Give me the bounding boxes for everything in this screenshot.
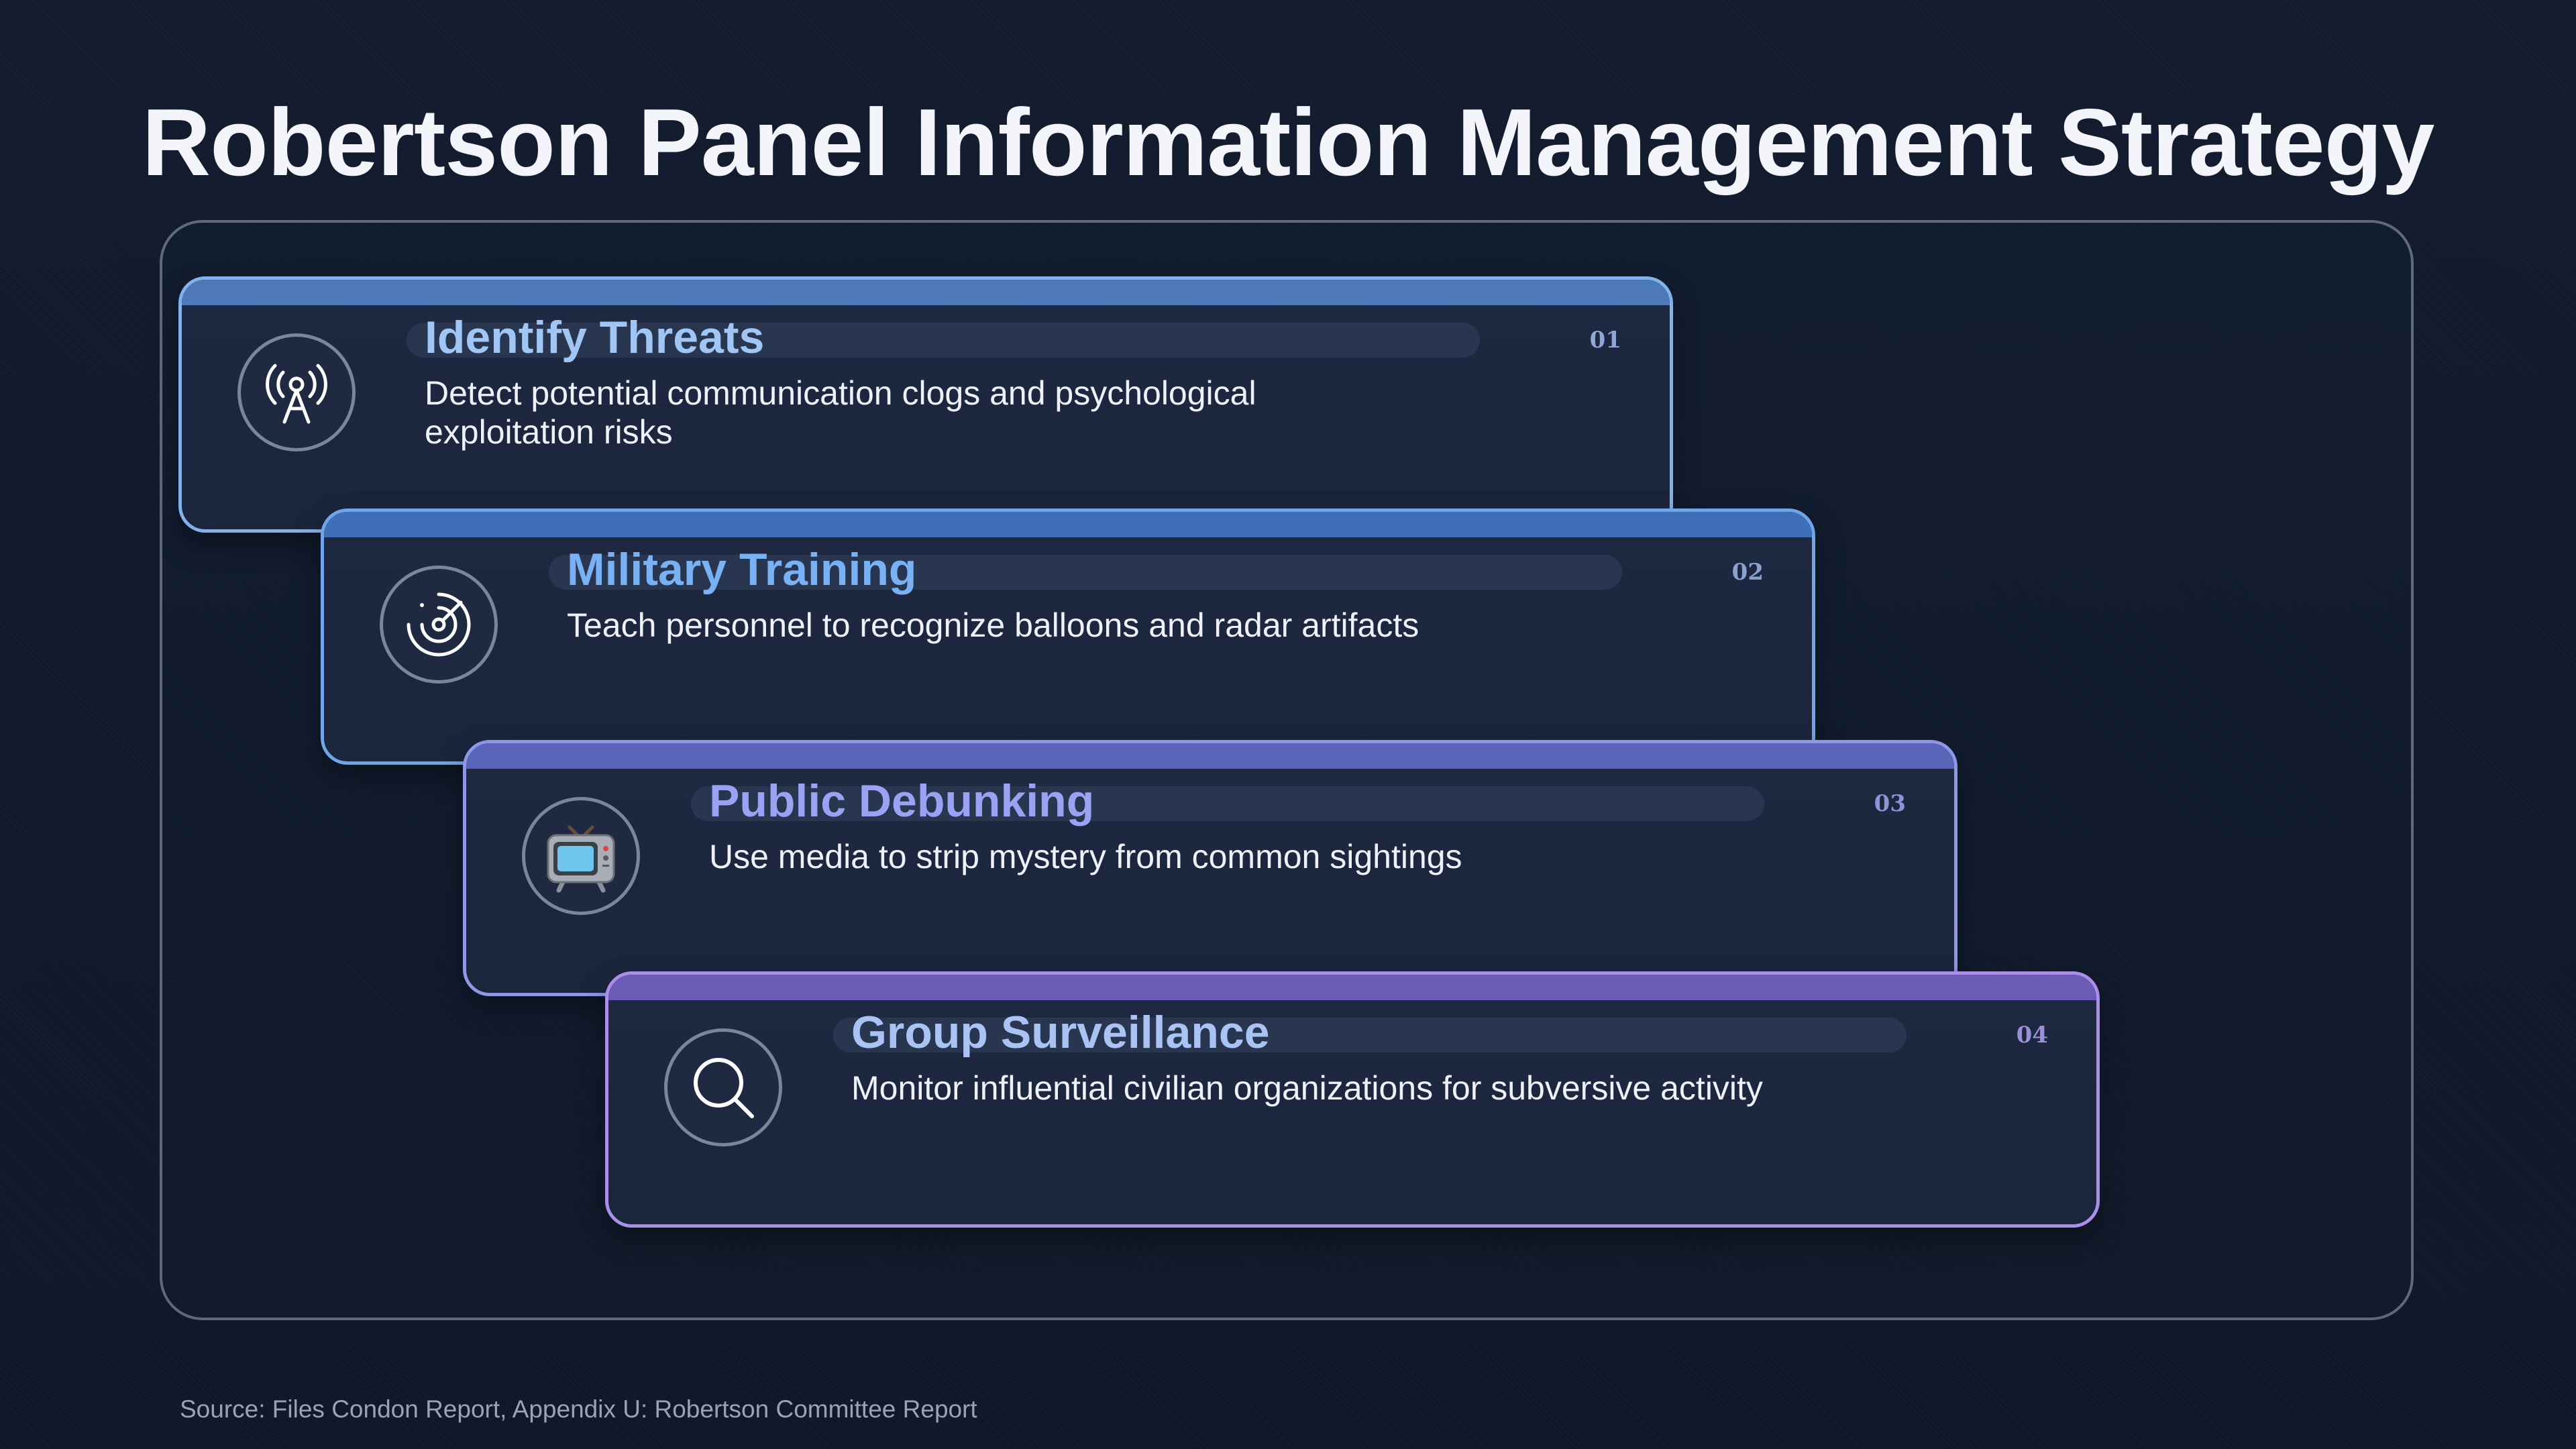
step-number: 04 xyxy=(2016,1022,2048,1049)
step-description: Use media to strip mystery from common s… xyxy=(709,838,1462,875)
step-title: Military Training xyxy=(567,544,917,595)
radio-tower-icon xyxy=(237,333,356,451)
step-card-identify-threats: Identify Threats 01 Detect potential com… xyxy=(178,276,1673,533)
step-card-military-training: Military Training 02 Teach personnel to … xyxy=(321,508,1815,765)
step-number: 02 xyxy=(1731,559,1764,586)
television-icon xyxy=(522,797,640,915)
card-header-bar xyxy=(608,975,2096,1000)
step-card-public-debunking: Public Debunking 03 Use media to strip m… xyxy=(463,740,1957,996)
step-title: Identify Threats xyxy=(425,312,765,363)
step-number: 03 xyxy=(1874,790,1906,817)
step-description: Monitor influential civilian organizatio… xyxy=(851,1069,1763,1107)
step-description: Detect potential communication clogs and… xyxy=(425,374,1256,451)
step-title: Group Surveillance xyxy=(851,1007,1270,1058)
source-citation: Source: Files Condon Report, Appendix U:… xyxy=(180,1395,977,1423)
card-header-bar xyxy=(182,280,1670,305)
step-card-group-surveillance: Group Surveillance 04 Monitor influentia… xyxy=(605,971,2100,1228)
magnifying-glass-icon xyxy=(664,1028,782,1146)
radar-icon xyxy=(380,566,498,684)
step-description: Teach personnel to recognize balloons an… xyxy=(567,606,1419,644)
step-number: 01 xyxy=(1589,327,1621,354)
card-header-bar xyxy=(324,512,1812,537)
page-title: Robertson Panel Information Management S… xyxy=(142,89,2435,196)
step-title: Public Debunking xyxy=(709,775,1095,826)
card-header-bar xyxy=(466,743,1954,769)
